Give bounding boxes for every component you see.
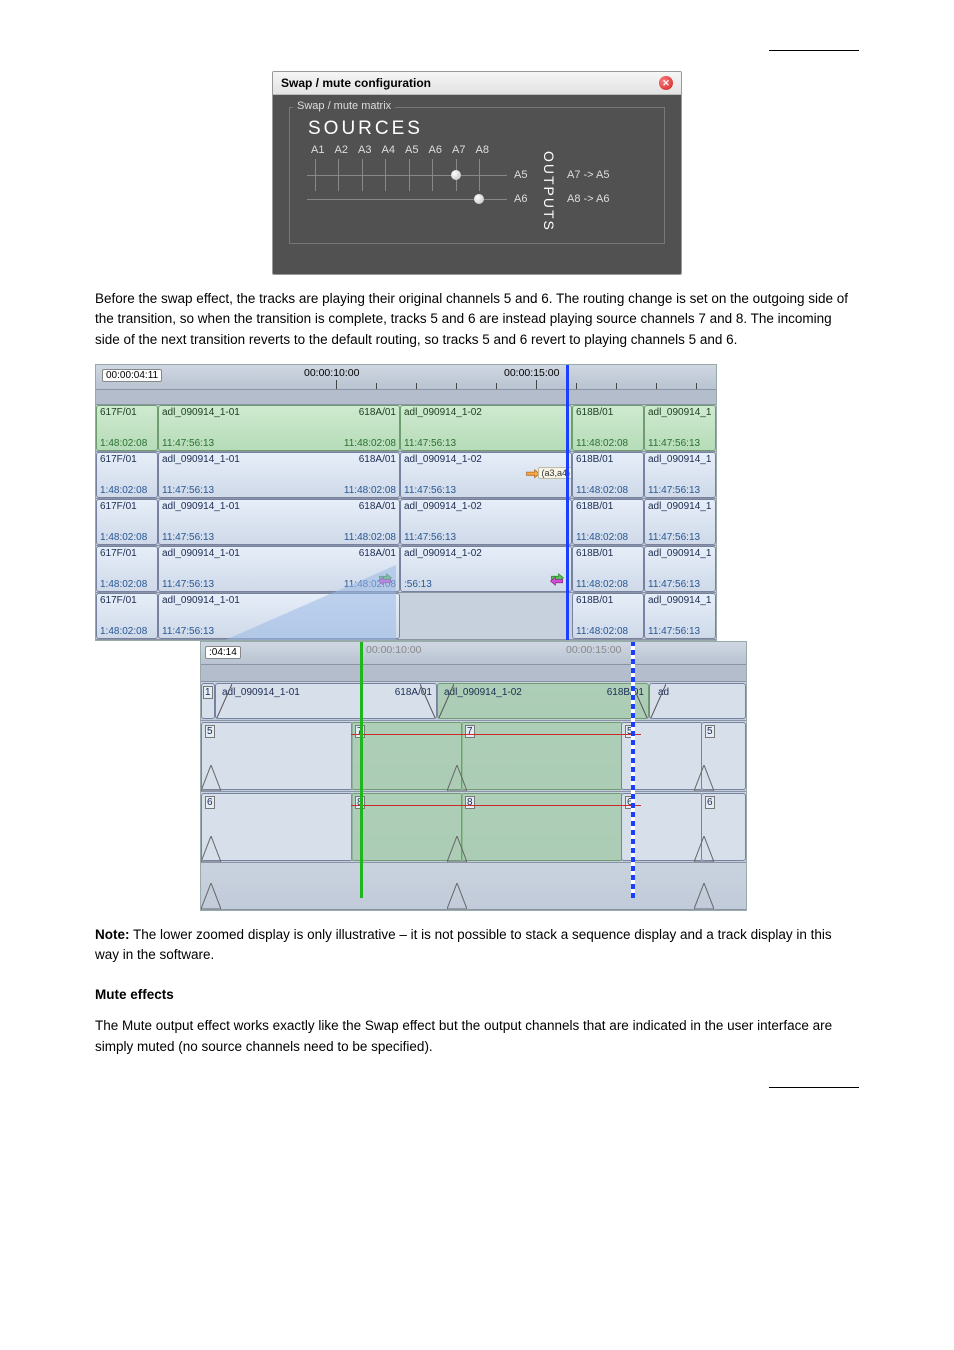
current-timecode-zoom: :04:14 [205,646,241,659]
track-header-row[interactable]: 1 adl_090914_1-01 618A/01 adl_090914_1-0… [201,682,746,721]
close-icon[interactable]: ✕ [659,76,673,90]
matrix-node-a7-a5[interactable] [451,170,461,180]
swap-effect-icon [549,573,565,586]
clip[interactable]: adl_090914_1-01618A/01 11:47:56:1311:48:… [158,499,400,545]
clip[interactable]: 618B/01 11:48:02:08 [572,546,644,592]
clip[interactable]: adl_090914_1-02 :56:13 [400,546,572,592]
note-paragraph: Note: The lower zoomed display is only i… [95,925,859,966]
para-swap-explanation: Before the swap effect, the tracks are p… [95,289,859,350]
clip[interactable]: 618B/01 11:48:02:08 [572,499,644,545]
para-mute: The Mute output effect works exactly lik… [95,1016,859,1057]
timeline-track-detail-view: :04:14 00:00:10:00 00:00:15:00 1 adl_090… [200,641,747,911]
swap-mute-config-window: Swap / mute configuration ✕ Swap / mute … [272,71,682,275]
clip[interactable]: 617F/01 1:48:02:08 [96,546,158,592]
timeline-track[interactable]: 617F/01 1:48:02:08 adl_090914_1-01 11:47… [96,593,716,640]
matrix-node-a8-a6[interactable] [474,194,484,204]
timeline-track[interactable]: 617F/01 1:48:02:08 adl_090914_1-01618A/0… [96,546,716,593]
timeline-track[interactable]: 617F/01 1:48:02:08 adl_090914_1-01618A/0… [96,499,716,546]
timeline-track[interactable]: 617F/01 1:48:02:08 adl_090914_1-01618A/0… [96,405,716,452]
ruler-tc-10-zoom: 00:00:10:00 [366,644,421,656]
swap-matrix-grid[interactable]: A5 A6 OUTPUTS A7 -> A5 A8 -> A6 [304,159,650,219]
src-a8: A8 [471,144,495,156]
clip[interactable]: 617F/01 1:48:02:08 [96,593,158,639]
timeline-ruler-zoom[interactable]: :04:14 00:00:10:00 00:00:15:00 [201,642,746,665]
note-text: The lower zoomed display is only illustr… [95,927,832,962]
source-column-labels: A1 A2 A3 A4 A5 A6 A7 A8 [306,144,650,156]
clip[interactable]: adl_090914_1 11:47:56:13 [644,499,716,545]
marker-out-point[interactable] [631,642,635,898]
ruler-tc-15-zoom: 00:00:15:00 [566,644,621,656]
window-title: Swap / mute configuration [281,76,431,90]
clip[interactable]: 617F/01 1:48:02:08 [96,452,158,498]
section-heading-mute: Mute effects [95,987,859,1002]
track-channel-row-6[interactable]: 6 8 8 6 6 [201,792,746,863]
clip[interactable]: 617F/01 1:48:02:08 [96,499,158,545]
clip[interactable]: adl_090914_1 11:47:56:13 [644,405,716,451]
clip[interactable]: 618B/01 11:48:02:08 [572,593,644,639]
note-label: Note: [95,927,130,942]
marker-in-point[interactable] [360,642,363,898]
clip[interactable]: adl_090914_1 11:47:56:13 [644,546,716,592]
src-a2: A2 [330,144,354,156]
clip[interactable]: adl_090914_1-01618A/01 11:47:56:1311:48:… [158,405,400,451]
window-titlebar: Swap / mute configuration ✕ [273,72,681,95]
clip[interactable]: adl_090914_1-02 11:47:56:13 [400,405,572,451]
mapping-a7-a5: A7 -> A5 [567,169,610,181]
src-a5: A5 [400,144,424,156]
track-channel-row-5[interactable]: 5 7 7 5 5 [201,721,746,792]
timeline-ruler[interactable]: 00:00:04:11 00:00:10:00 00:00:15:00 [96,365,716,390]
mapping-a8-a6: A8 -> A6 [567,193,610,205]
clip[interactable]: adl_090914_1-02 11:47:56:13 (a3,a4) [400,452,572,498]
src-a1: A1 [306,144,330,156]
output-label-a5: A5 [514,169,527,181]
src-a4: A4 [377,144,401,156]
output-label-a6: A6 [514,193,527,205]
ruler-tc-10: 00:00:10:00 [304,367,359,379]
fieldset-label: Swap / mute matrix [293,100,395,112]
src-a7: A7 [447,144,471,156]
clip[interactable]: 618B/01 11:48:02:08 [572,452,644,498]
clip[interactable]: 617F/01 1:48:02:08 [96,405,158,451]
playhead[interactable] [566,365,569,640]
track-empty-row[interactable] [201,863,746,910]
outputs-heading: OUTPUTS [541,151,557,232]
clip[interactable]: adl_090914_1-01618A/01 11:47:56:1311:48:… [158,546,400,592]
sources-heading: SOURCES [308,118,650,140]
clip[interactable]: adl_090914_1-01 11:47:56:13 [158,593,400,639]
src-a6: A6 [424,144,448,156]
clip[interactable]: adl_090914_1-01618A/01 11:47:56:1311:48:… [158,452,400,498]
clip[interactable]: adl_090914_1-02 11:47:56:13 [400,499,572,545]
timeline-sequence-view: 00:00:04:11 00:00:10:00 00:00:15:00 617F… [95,364,717,641]
clip[interactable]: 618B/01 11:48:02:08 [572,405,644,451]
current-timecode: 00:00:04:11 [102,369,162,382]
ruler-tc-15: 00:00:15:00 [504,367,559,379]
src-a3: A3 [353,144,377,156]
timeline-track[interactable]: 617F/01 1:48:02:08 adl_090914_1-01618A/0… [96,452,716,499]
swap-effect-icon [377,573,393,586]
clip[interactable]: adl_090914_1 11:47:56:13 [644,452,716,498]
clip[interactable]: adl_090914_1 11:47:56:13 [644,593,716,639]
